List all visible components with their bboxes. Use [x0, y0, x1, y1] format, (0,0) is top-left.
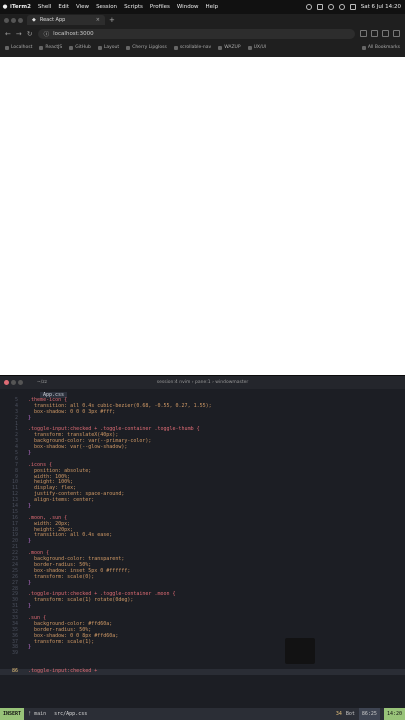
- browser-window: ◆ React App × + ← → ↻ ⓘ localhost:3000 L…: [0, 14, 405, 57]
- record-icon[interactable]: [305, 4, 312, 10]
- bookmark-item[interactable]: Layout: [97, 45, 119, 50]
- bookmark-item[interactable]: scrollable-nav: [173, 45, 211, 50]
- menu-shell[interactable]: Shell: [38, 4, 51, 10]
- all-bookmarks-button[interactable]: All Bookmarks: [361, 45, 400, 50]
- bookmark-item[interactable]: ReactJS: [39, 45, 62, 50]
- tab-strip: ◆ React App × +: [0, 14, 405, 26]
- menu-view[interactable]: View: [76, 4, 89, 10]
- code-text: align-items: center;: [22, 497, 95, 504]
- bookmark-favicon-icon: [39, 45, 44, 50]
- folder-icon: [361, 45, 366, 50]
- bookmark-item[interactable]: UX/UI: [247, 45, 266, 50]
- scroll-position: Bot: [345, 711, 355, 717]
- wifi-icon[interactable]: [327, 4, 334, 10]
- control-center-icon[interactable]: [349, 4, 356, 10]
- bookmark-item[interactable]: Cherry Lipgloss: [126, 45, 167, 50]
- code-text: transform: scale(1);: [22, 638, 95, 645]
- tab-react-app[interactable]: ◆ React App ×: [27, 15, 105, 25]
- forward-button[interactable]: →: [16, 30, 22, 38]
- window-controls: [4, 17, 23, 23]
- code-text: }: [22, 503, 32, 510]
- code-text: }: [22, 414, 32, 421]
- close-tab-icon[interactable]: ×: [96, 17, 100, 23]
- code-line[interactable]: 86 .toggle-input:checked +: [0, 668, 405, 676]
- bookmark-favicon-icon: [247, 45, 252, 50]
- menu-help[interactable]: Help: [206, 4, 219, 10]
- app-menu[interactable]: iTerm2: [10, 4, 31, 10]
- editor-buffer[interactable]: App.css 5 .theme-icon {4 transition: all…: [0, 392, 405, 676]
- line-number: 86: [11, 668, 18, 675]
- menu-window[interactable]: Window: [177, 4, 199, 10]
- bookmarks-bar: Localhost ReactJS GitHub Layout Cherry L…: [0, 41, 405, 54]
- code-text: }: [22, 644, 32, 651]
- code-text: }: [22, 450, 32, 457]
- bookmark-favicon-icon: [218, 45, 223, 50]
- git-branch: ᚠ main: [28, 711, 47, 717]
- status-icons: Sat 6 Jul 14:20: [305, 4, 405, 10]
- macos-menubar: ● iTerm2 Shell Edit View Session Scripts…: [0, 0, 405, 14]
- code-text: }: [22, 538, 32, 545]
- code-line[interactable]: 39: [0, 650, 405, 657]
- bookmark-favicon-icon: [126, 45, 131, 50]
- browser-toolbar: ← → ↻ ⓘ localhost:3000: [0, 26, 405, 41]
- code-text: box-shadow: 0 0 0 3px #fff;: [22, 408, 116, 415]
- bookmark-favicon-icon: [97, 45, 102, 50]
- menu-edit[interactable]: Edit: [58, 4, 69, 10]
- editor-statusline: INSERT ᚠ main src/App.css 34 Bot 86:25 1…: [0, 708, 405, 720]
- code-text: transition: all 0.4s ease;: [22, 532, 113, 539]
- mode-indicator: INSERT: [0, 708, 25, 720]
- bookmark-item[interactable]: GitHub: [69, 45, 91, 50]
- search-icon[interactable]: [338, 4, 345, 10]
- reload-button[interactable]: ↻: [27, 30, 33, 38]
- bookmark-item[interactable]: Localhost: [5, 45, 32, 50]
- bookmark-item[interactable]: WAZUP: [218, 45, 241, 50]
- extension-icon[interactable]: [360, 30, 367, 37]
- menu-scripts[interactable]: Scripts: [124, 4, 143, 10]
- terminal-titlebar: ~/zz session:4 nvim › pane:1 › windowmas…: [0, 376, 405, 389]
- cursor-position: 86:25: [358, 708, 380, 720]
- address-text: localhost:3000: [53, 30, 94, 37]
- minimize-window-button[interactable]: [11, 17, 16, 23]
- apple-menu-icon[interactable]: ●: [0, 4, 10, 10]
- web-page-viewport[interactable]: [0, 57, 405, 375]
- statusline-right: 34 Bot 86:25 14:20: [336, 708, 405, 720]
- extension-icon[interactable]: [371, 30, 378, 37]
- code-text: }: [22, 603, 32, 610]
- code-text: .toggle-input:checked +: [22, 668, 101, 675]
- tab-title: React App: [39, 17, 66, 23]
- code-text: }: [22, 579, 32, 586]
- back-button[interactable]: ←: [5, 30, 11, 38]
- code-text: transform: scale(1) rotate(0deg);: [22, 597, 134, 604]
- battery-icon[interactable]: [316, 4, 323, 10]
- bookmark-favicon-icon: [5, 45, 9, 50]
- terminal-title: session:4 nvim › pane:1 › windowmaster: [156, 380, 249, 385]
- profile-icon[interactable]: [382, 30, 389, 37]
- line-number: 39: [11, 650, 18, 657]
- zoom-window-button[interactable]: [18, 17, 23, 23]
- diagnostics-count: 34: [335, 711, 342, 717]
- overlay-popup: [285, 638, 315, 664]
- bookmark-favicon-icon: [173, 45, 178, 50]
- code-text: box-shadow: var(--glow-shadow);: [22, 444, 128, 451]
- site-info-icon[interactable]: ⓘ: [44, 30, 50, 38]
- tab-favicon-icon: ◆: [32, 17, 36, 23]
- menu-session[interactable]: Session: [96, 4, 117, 10]
- new-tab-button[interactable]: +: [109, 16, 115, 24]
- close-window-button[interactable]: [4, 17, 9, 23]
- menu-profiles[interactable]: Profiles: [150, 4, 170, 10]
- terminal-window[interactable]: ~/zz session:4 nvim › pane:1 › windowmas…: [0, 376, 405, 720]
- extension-icons: [360, 30, 400, 37]
- file-path: src/App.css: [54, 711, 88, 717]
- bookmark-favicon-icon: [69, 45, 74, 50]
- code-text: transform: scale(0);: [22, 573, 95, 580]
- address-bar[interactable]: ⓘ localhost:3000: [37, 28, 355, 39]
- menu-kebab-icon[interactable]: [393, 30, 400, 37]
- menubar-clock[interactable]: Sat 6 Jul 14:20: [361, 4, 401, 10]
- statusline-clock: 14:20: [383, 708, 405, 720]
